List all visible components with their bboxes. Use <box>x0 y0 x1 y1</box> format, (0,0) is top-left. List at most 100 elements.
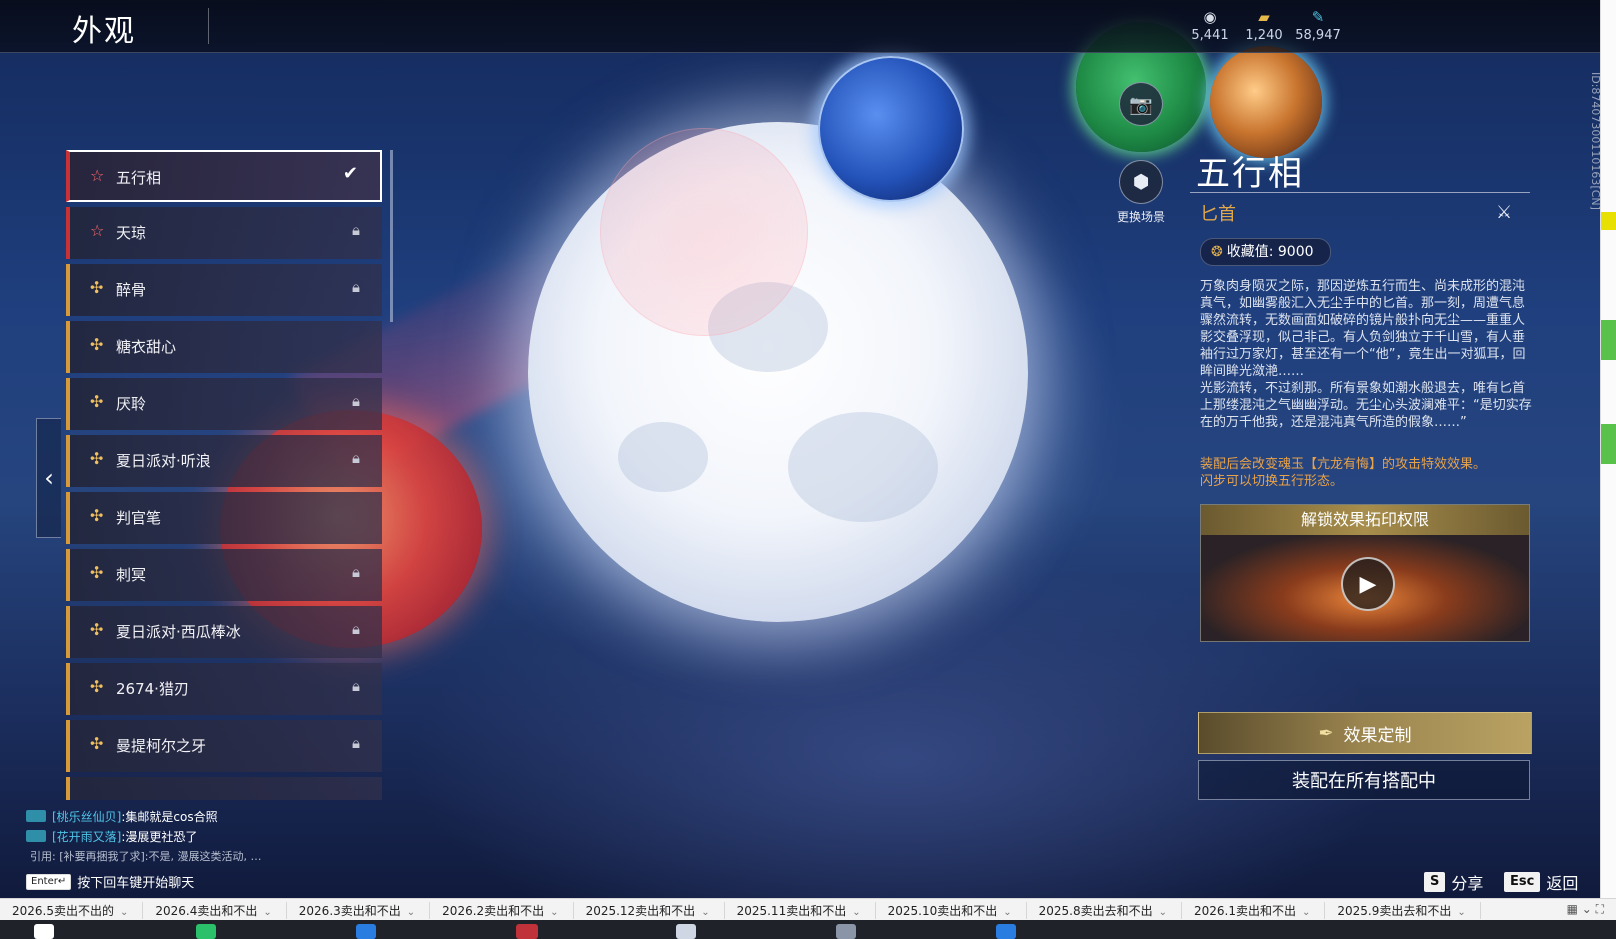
chevron-down-icon: ⌄ <box>701 906 710 918</box>
list-scrollbar[interactable] <box>390 150 393 322</box>
currency-feather[interactable]: ✎ 58,947 <box>1292 8 1344 43</box>
crossed-swords-icon[interactable]: ⚔ <box>1496 202 1512 223</box>
bookmark-folder[interactable]: 2026.5卖出不出的 ⌄ <box>0 901 144 919</box>
star-outline-icon: ☆ <box>90 166 105 185</box>
chat-quote: 引用: [补要再捆我了求]:不是, 漫展这类活动, … <box>26 846 261 866</box>
flower-icon: ✣ <box>90 335 104 354</box>
list-item[interactable]: ✣ 曼提柯尔之牙 🔒︎ <box>66 720 382 772</box>
list-item[interactable]: ✣ 2674·猎刃 🔒︎ <box>66 663 382 715</box>
title-underline <box>1190 192 1530 193</box>
share-button[interactable]: S 分享 <box>1424 870 1483 894</box>
chevron-down-icon: ⌄ <box>1457 906 1466 918</box>
bookmark-folder[interactable]: 2025.9卖出去和不出 ⌄ <box>1325 901 1481 919</box>
play-icon[interactable]: ▶ <box>1341 557 1395 611</box>
back-button[interactable]: Esc 返回 <box>1504 870 1578 894</box>
player-id: ID:8740730011​0163[CN] <box>1589 72 1600 210</box>
currency-value: 5,441 <box>1191 28 1229 43</box>
list-item[interactable] <box>66 777 382 800</box>
unlock-title: 解锁效果拓印权限 <box>1201 505 1529 535</box>
collapse-panel-button[interactable]: ‹ <box>36 418 61 538</box>
bookmark-folder[interactable]: 2026.3卖出和不出 ⌄ <box>287 901 431 919</box>
unlock-effect-card[interactable]: 解锁效果拓印权限 ▶ <box>1200 504 1530 642</box>
list-item[interactable]: ✣ 厌聆 🔒︎ <box>66 378 382 430</box>
chevron-down-icon: ⌄ <box>1003 906 1012 918</box>
lock-icon: 🔒︎ <box>352 620 360 638</box>
chat-box[interactable]: [桃乐丝仙贝] :集邮就是cos合照 [花开雨又落] :漫展更社恐了 引用: [… <box>26 806 261 866</box>
currency-spirit[interactable]: ◉ 5,441 <box>1184 8 1236 43</box>
browser-icon[interactable] <box>356 924 376 939</box>
effect-note: 装配后会改变魂玉【亢龙有悔】的攻击特效效果。 闪步可以切换五行形态。 <box>1200 456 1536 490</box>
description-paragraph: 万象肉身陨灭之际，那因逆炼五行而生、尚未成形的混沌真气，如幽雾般汇入无尘手中的匕… <box>1200 279 1526 379</box>
effect-customize-button[interactable]: ✒ 效果定制 <box>1198 712 1532 754</box>
browser-edge-strip <box>1600 0 1616 898</box>
item-name: 醉骨 <box>116 281 147 299</box>
share-label: 分享 <box>1451 874 1484 893</box>
chat-input-hint[interactable]: Enter↵ 按下回车键开始聊天 <box>26 872 194 891</box>
lock-icon: 🔒︎ <box>352 449 360 467</box>
item-name: 刺冥 <box>116 566 147 584</box>
chevron-down-icon: ⌄ <box>120 906 129 918</box>
bookmark-folder[interactable]: 2025.8卖出去和不出 ⌄ <box>1027 901 1182 919</box>
lock-icon: 🔒︎ <box>352 563 360 581</box>
appearance-list: ☆ 五行相 ✔ ☆ 天琼 🔒︎ ✣ 醉骨 🔒︎ ✣ 糖衣甜心 ✣ 厌聆 🔒︎ ✣… <box>66 150 382 800</box>
item-name: 糖衣甜心 <box>116 338 177 356</box>
equip-label: 装配在所有搭配中 <box>1292 771 1436 792</box>
flower-icon: ✣ <box>90 449 104 468</box>
grid-icon[interactable]: ▦ ⌄ ⛶ <box>1567 902 1604 917</box>
chat-sender[interactable]: [花开雨又落] <box>52 828 121 845</box>
chevron-down-icon: ⌄ <box>1302 906 1311 918</box>
bookmark-bar: 2026.5卖出不出的 ⌄ 2026.4卖出和不出 ⌄ 2026.3卖出和不出 ⌄ 2… <box>0 898 1616 921</box>
file-icon[interactable] <box>676 924 696 939</box>
quote-text: 引用: [补要再捆我了求]:不是, 漫展这类活动, … <box>30 850 262 863</box>
bookmark-folder[interactable]: 2026.4卖出和不出 ⌄ <box>143 901 287 919</box>
bookmark-folder[interactable]: 2025.12卖出和不出 ⌄ <box>574 901 725 919</box>
list-item[interactable]: ✣ 糖衣甜心 <box>66 321 382 373</box>
app-icon[interactable] <box>34 924 54 939</box>
list-item[interactable]: ✣ 夏日派对·听浪 🔒︎ <box>66 435 382 487</box>
cube-icon: ⬢ <box>1119 160 1163 204</box>
bookmark-folder[interactable]: 2026.1卖出和不出 ⌄ <box>1182 901 1326 919</box>
list-item[interactable]: ✣ 判官笔 <box>66 492 382 544</box>
change-scene-button[interactable]: ⬢ 更换场景 <box>1096 160 1186 225</box>
flower-icon: ✣ <box>90 392 104 411</box>
chat-sender[interactable]: [桃乐丝仙贝] <box>52 808 121 825</box>
currency-gold[interactable]: ▰ 1,240 <box>1238 8 1290 43</box>
bookmark-folder[interactable]: 2025.11卖出和不出 ⌄ <box>725 901 876 919</box>
pink-bubble-orb <box>600 128 808 336</box>
currency-value: 1,240 <box>1245 28 1283 43</box>
flower-icon: ✣ <box>90 563 104 582</box>
flower-icon: ✣ <box>90 734 104 753</box>
collection-value-badge: ❂ 收藏值: 9000 <box>1200 238 1331 266</box>
change-scene-label: 更换场景 <box>1116 210 1165 224</box>
bookmark-folder[interactable]: 2026.2卖出和不出 ⌄ <box>430 901 574 919</box>
weapon-type: 匕首 <box>1200 204 1236 225</box>
orange-orb <box>1210 46 1322 158</box>
chevron-down-icon: ⌄ <box>406 906 416 918</box>
currency-value: 58,947 <box>1295 28 1341 43</box>
chat-text: :漫展更社恐了 <box>121 829 198 844</box>
list-item[interactable]: ☆ 五行相 ✔ <box>66 150 382 202</box>
list-item[interactable]: ✣ 醉骨 🔒︎ <box>66 264 382 316</box>
lock-icon: 🔒︎ <box>352 734 360 752</box>
list-item[interactable]: ☆ 天琼 🔒︎ <box>66 207 382 259</box>
chat-app-icon[interactable] <box>196 924 216 939</box>
flower-icon: ✣ <box>90 506 104 525</box>
list-item[interactable]: ✣ 夏日派对·西瓜棒冰 🔒︎ <box>66 606 382 658</box>
app-icon[interactable] <box>996 924 1016 939</box>
game-app-icon[interactable] <box>516 924 538 939</box>
collection-value: 收藏值: 9000 <box>1226 244 1314 260</box>
item-name: 夏日派对·西瓜棒冰 <box>116 623 241 641</box>
chevron-down-icon: ⌄ <box>550 906 559 918</box>
chevron-left-icon: ‹ <box>44 464 54 492</box>
item-name: 判官笔 <box>116 509 162 527</box>
list-item[interactable]: ✣ 刺冥 🔒︎ <box>66 549 382 601</box>
doc-icon[interactable] <box>836 924 856 939</box>
bookmark-folder[interactable]: 2025.10卖出和不出 ⌄ <box>876 901 1027 919</box>
effect-preview-video[interactable]: ▶ <box>1201 535 1529 641</box>
item-name: 五行相 <box>116 169 162 187</box>
flower-icon: ✣ <box>90 278 104 297</box>
photo-button[interactable]: 📷 <box>1096 82 1186 130</box>
lock-icon: 🔒︎ <box>352 278 360 296</box>
equip-all-button[interactable]: 装配在所有搭配中 <box>1198 760 1530 800</box>
detail-title: 五行相 <box>1196 154 1304 194</box>
